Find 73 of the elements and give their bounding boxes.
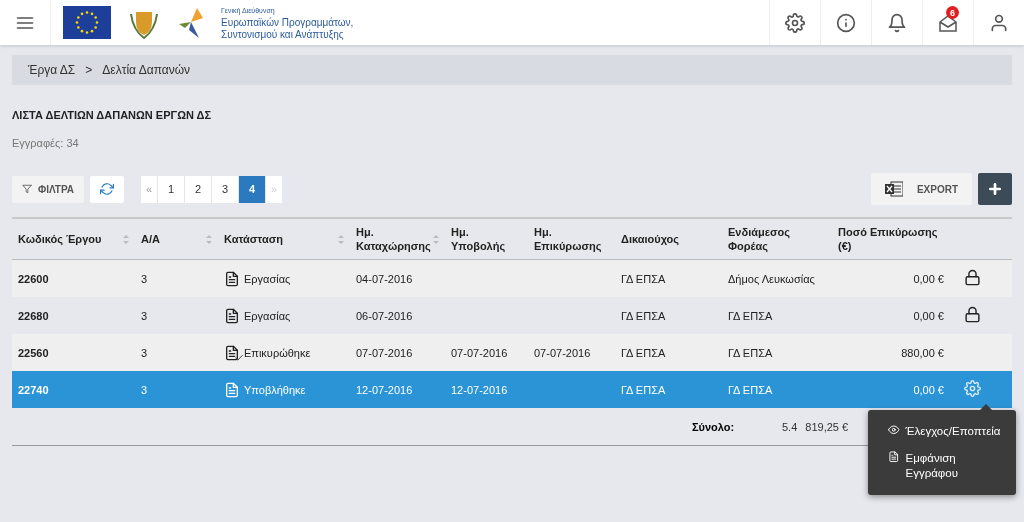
column-header: Α/Α xyxy=(141,232,160,246)
table-cell-text: 0,00 € xyxy=(912,383,945,396)
table-cell-text: ΓΔ ΕΠΣΑ xyxy=(727,346,774,359)
add-button[interactable] xyxy=(978,173,1012,205)
table-cell-text: 12-07-2016 xyxy=(355,383,414,396)
table-cell-text: 07-07-2016 xyxy=(533,346,592,359)
table-cell-text: 880,00 € xyxy=(900,346,945,359)
page-button[interactable]: 2 xyxy=(184,175,212,203)
plus-icon xyxy=(987,181,1003,197)
document-arrow-icon xyxy=(224,381,240,398)
table-cell-text: ΓΔ ΕΠΣΑ xyxy=(620,272,667,285)
notification-badge: 6 xyxy=(946,6,959,19)
breadcrumb-link[interactable]: Δελτία Δαπανών xyxy=(102,63,191,77)
export-button[interactable]: EXPORT xyxy=(870,173,972,205)
column-header: Ημ. Καταχώρησης xyxy=(356,225,432,253)
table-cell-text: ΓΔ ΕΠΣΑ xyxy=(620,383,667,396)
table-cell-text: ΓΔ ΕΠΣΑ xyxy=(620,309,667,322)
page-title: ΛΙΣΤΑ ΔΕΛΤΙΩΝ ΔΑΠΑΝΩΝ ΕΡΓΩΝ ΔΣ xyxy=(12,109,213,121)
column-header: Ενδιάμεσος Φορέας xyxy=(728,225,791,253)
eye-icon xyxy=(888,424,900,436)
eu-flag-icon xyxy=(63,6,111,39)
column-header: Κατάσταση xyxy=(224,232,283,246)
table-cell-text: 07-07-2016 xyxy=(450,346,509,359)
refresh-icon xyxy=(100,182,115,196)
table-cell: Επικυρώθηκε xyxy=(244,346,311,359)
table-cell: Υποβλήθηκε xyxy=(244,383,306,396)
mail-button[interactable]: 6 xyxy=(922,0,973,45)
document-icon xyxy=(224,307,240,324)
table-cell-text: 0,00 € xyxy=(912,309,945,322)
page-button[interactable]: 3 xyxy=(211,175,239,203)
total-value: 5.4 xyxy=(782,420,798,433)
table-cell: Εργασίας xyxy=(244,272,291,285)
table-row[interactable]: 22560 3 Επικυρώθηκε 07-07-2016 07-07-2016 07-07-2016 ΓΔ ΕΠΣΑ ΓΔ ΕΠΣΑ 880,00 € xyxy=(12,334,1012,371)
table-cell-text: 0,00 € xyxy=(912,272,945,285)
table-cell-text: Δήμος Λευκωσίας xyxy=(727,272,816,285)
table-cell-text: ΓΔ ΕΠΣΑ xyxy=(620,346,667,359)
column-header: Ημ. Επικύρωσης xyxy=(534,225,603,253)
table-cell-text: 04-07-2016 xyxy=(355,272,414,285)
filters-button[interactable]: ΦΙΛΤΡΑ xyxy=(12,175,85,203)
table-cell-text: 22600 xyxy=(17,272,50,285)
table-cell-text: 3 xyxy=(140,309,149,322)
record-count: Εγγραφές: 34 xyxy=(12,137,80,149)
table-cell-text: ΓΔ ΕΠΣΑ xyxy=(727,383,774,396)
table-cell-text: 07-07-2016 xyxy=(355,346,414,359)
document-icon xyxy=(224,270,240,287)
column-header: Δικαιούχος xyxy=(621,232,680,246)
table-cell-text: 22740 xyxy=(17,383,50,396)
table-cell-text: 22680 xyxy=(17,309,50,322)
breadcrumb-link[interactable]: Έργα ΔΣ xyxy=(28,63,76,77)
table-cell-text: 12-07-2016 xyxy=(450,383,509,396)
page-button[interactable]: 1 xyxy=(157,175,185,203)
page-button[interactable]: 4 xyxy=(238,175,266,203)
document-icon xyxy=(888,451,900,463)
table-cell-text: ΓΔ ΕΠΣΑ xyxy=(727,309,774,322)
table-cell-text: 3 xyxy=(140,272,149,285)
table-row[interactable]: 22600 3 Εργασίας 04-07-2016 ΓΔ ΕΠΣΑ Δήμος Λευκωσίας 0,00 € xyxy=(12,260,1012,297)
filter-icon xyxy=(22,184,32,194)
total-value: 819,25 € xyxy=(805,420,849,433)
total-label: Σύνολο: xyxy=(692,420,736,433)
spreadsheet-icon xyxy=(884,181,903,197)
column-header: Ημ. Υποβολής xyxy=(451,225,507,253)
table-cell-text: 22560 xyxy=(17,346,50,359)
document-check-icon xyxy=(224,344,240,361)
column-header: Κωδικός Έργου xyxy=(18,232,102,246)
refresh-button[interactable] xyxy=(90,175,125,203)
menu-item[interactable]: Εμφάνιση Εγγράφου xyxy=(868,445,1016,487)
column-header: Ποσό Επικύρωσης (€) xyxy=(838,225,939,253)
menu-item[interactable]: Έλεγχος/Εποπτεία xyxy=(868,418,1016,445)
table-cell-text: 06-07-2016 xyxy=(355,309,414,322)
table-cell-text: 3 xyxy=(140,383,149,396)
breadcrumb-separator: > xyxy=(85,63,93,77)
table-cell: Εργασίας xyxy=(244,309,291,322)
table-cell-text: 3 xyxy=(140,346,149,359)
